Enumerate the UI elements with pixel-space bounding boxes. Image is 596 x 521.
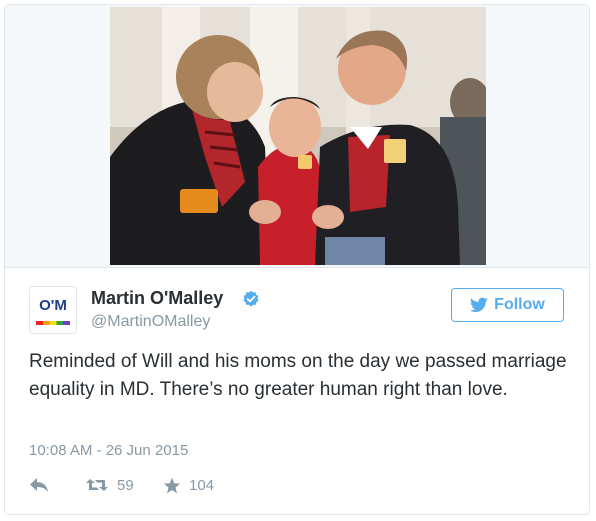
verified-badge-icon <box>243 290 259 307</box>
author-handle[interactable]: @MartinOMalley <box>91 313 210 331</box>
tweet-photo[interactable] <box>110 7 486 265</box>
follow-button[interactable]: Follow <box>451 288 564 322</box>
avatar-logo-text: O'M <box>39 297 67 314</box>
follow-label: Follow <box>494 296 545 313</box>
retweet-count: 59 <box>117 476 134 494</box>
tweet-timestamp[interactable]: 10:08 AM - 26 Jun 2015 <box>29 442 188 459</box>
tweet-card: O'M Martin O'Malley @MartinOMalley Follo… <box>4 4 590 515</box>
author-name[interactable]: Martin O'Malley <box>91 288 223 309</box>
twitter-bird-icon <box>470 297 488 313</box>
favorite-button[interactable]: 104 <box>163 473 214 497</box>
tweet-actions: 59 104 <box>29 473 329 497</box>
retweet-icon <box>86 479 108 491</box>
tweet-text: Reminded of Will and his moms on the day… <box>29 351 567 400</box>
avatar[interactable]: O'M <box>29 286 77 334</box>
avatar-rainbow-stripe <box>36 321 70 325</box>
reply-button[interactable] <box>29 473 49 497</box>
star-icon <box>163 477 181 493</box>
tweet-media[interactable] <box>5 5 589 268</box>
retweet-button[interactable]: 59 <box>85 473 134 497</box>
favorite-count: 104 <box>189 476 215 494</box>
reply-icon <box>30 478 48 492</box>
